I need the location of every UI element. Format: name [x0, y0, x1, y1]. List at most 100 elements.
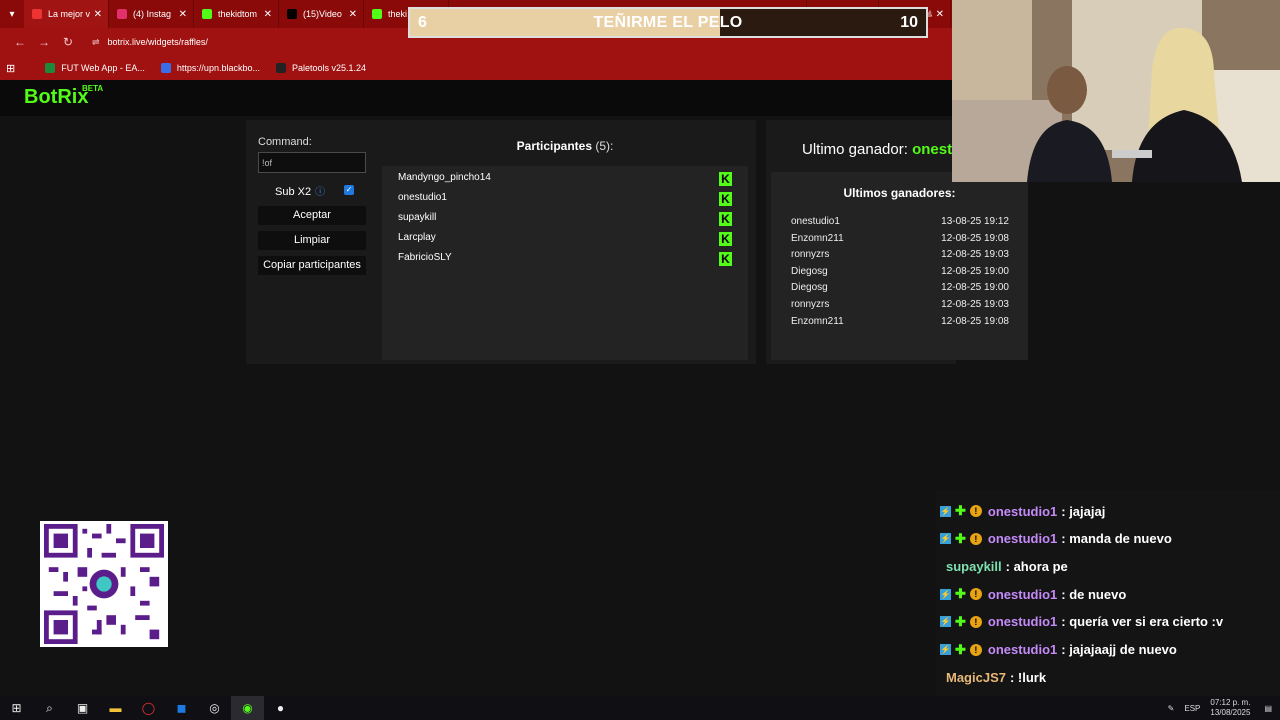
winner-date: 13-08-25 19:12: [941, 216, 1009, 227]
info-icon[interactable]: ⓘ: [315, 187, 325, 198]
botrix-header: [0, 80, 952, 116]
winner-name: Enzomn211: [791, 315, 844, 327]
chat-username: MagicJS7: [946, 669, 1006, 685]
pen-icon[interactable]: ✎: [1168, 704, 1175, 713]
participant-row: Mandyngo_pincho14 K: [398, 172, 738, 188]
sub-badge-icon: !: [969, 505, 982, 517]
clock-date: 13/08/2025: [1210, 708, 1251, 717]
screen: ▾ La mejor v ✕ (4) Instag ✕ thekidtom ✕ (15)Vi…: [0, 0, 1280, 720]
start-icon[interactable]: ⊞: [0, 696, 33, 720]
close-icon[interactable]: ✕: [94, 9, 102, 20]
winner-row: Enzomn211 12-08-25 19:08: [791, 316, 1009, 327]
chat-username: onestudio1: [987, 531, 1058, 547]
goal-title: TEÑIRME EL PELO: [593, 14, 743, 31]
forward-icon[interactable]: →: [32, 35, 56, 49]
chat-text: : quería ver si era cierto :v: [1061, 614, 1224, 630]
chat-text: : ahora pe: [1005, 558, 1068, 574]
goal-target-value: 10: [900, 14, 918, 31]
beta-badge: BETA: [82, 84, 104, 93]
instagram-icon: [117, 9, 127, 19]
language-indicator[interactable]: ESP: [1184, 704, 1200, 713]
clock[interactable]: 07:12 p. m. 13/08/2025: [1210, 698, 1250, 718]
moderator-badge-icon: ⚡: [940, 533, 951, 545]
last-winner-name: onestudio1: [912, 141, 952, 158]
sub-x2-checkbox[interactable]: ✓: [344, 185, 354, 195]
clock-time: 07:12 p. m.: [1210, 698, 1251, 707]
botrix-logo[interactable]: BotRix: [24, 86, 88, 109]
sub-badge-icon: !: [969, 588, 982, 601]
browser-tab[interactable]: (4) Instag ✕: [109, 0, 194, 28]
accept-button[interactable]: Aceptar: [258, 206, 366, 225]
tab-label: (15)Video: [303, 9, 342, 19]
winner-date: 12-08-25 19:03: [941, 249, 1009, 261]
search-icon[interactable]: ⌕: [33, 696, 66, 720]
kick-icon: K: [719, 232, 732, 246]
tab-search-icon[interactable]: ▾: [0, 0, 24, 28]
clear-button[interactable]: Limpiar: [258, 231, 366, 250]
url-field[interactable]: ⇌ botrix.live/widgets/raffles/: [92, 37, 208, 48]
participant-row: onestudio1 K: [398, 192, 738, 208]
chat-text: : jajajaj: [1061, 503, 1106, 519]
participant-row: FabricioSLY K: [398, 252, 738, 268]
back-icon[interactable]: ←: [8, 35, 32, 49]
chat-text: : manda de nuevo: [1061, 531, 1172, 547]
opera-icon[interactable]: ◯: [132, 696, 165, 720]
sub-badge-icon: !: [969, 615, 982, 628]
bookmark[interactable]: Paletools v25.1.24: [275, 63, 366, 73]
chat-message: ⚡ ✚! onestudio1: manda de nuevo: [940, 529, 1172, 549]
obs-icon[interactable]: ●: [264, 696, 297, 720]
close-icon[interactable]: ✕: [264, 9, 272, 20]
chat-message: supaykill: ahora pe: [940, 556, 1068, 576]
file-explorer-icon[interactable]: ▬: [99, 696, 132, 720]
winner-date: 12-08-25 19:00: [941, 265, 1009, 277]
notifications-icon[interactable]: ▤: [1264, 704, 1272, 713]
apps-icon[interactable]: ⊞: [6, 62, 15, 75]
chrome-active-icon[interactable]: ◉: [231, 696, 264, 720]
outlook-icon[interactable]: ◼: [165, 696, 198, 720]
winner-name: Diegosg: [791, 265, 828, 277]
browser-tab[interactable]: thekidtom ✕: [194, 0, 279, 28]
site-info-icon[interactable]: ⇌: [92, 37, 100, 47]
chat-message: ⚡ ✚! onestudio1: jajajaj: [940, 501, 1105, 521]
goal-progress-bar: 6 TEÑIRME EL PELO 10: [408, 7, 928, 38]
close-icon[interactable]: ✕: [349, 9, 357, 20]
moderator-badge-icon: ⚡: [940, 644, 951, 655]
sub-x2-option[interactable]: Sub X2 ⓘ: [275, 183, 325, 198]
browser-tab[interactable]: La mejor v ✕: [24, 0, 109, 28]
winner-date: 12-08-25 19:08: [941, 232, 1009, 244]
participant-row: supaykill K: [398, 212, 738, 228]
chat-username: onestudio1: [987, 642, 1058, 657]
command-label: Command:: [258, 136, 312, 148]
chat-username: onestudio1: [987, 586, 1058, 602]
chat-text: : !lurk: [1009, 669, 1047, 685]
participant-name: FabricioSLY: [398, 252, 452, 263]
last-winner: Ultimo ganador: onestudio1: [802, 141, 952, 158]
kick-icon: K: [719, 192, 732, 206]
moderator-badge-icon: ⚡: [940, 588, 951, 600]
winner-row: Diegosg 12-08-25 19:00: [791, 282, 1009, 293]
reload-icon[interactable]: ↻: [56, 35, 80, 49]
plus-badge-icon: ✚: [955, 613, 966, 629]
participant-name: Larcplay: [398, 232, 436, 243]
chrome-icon[interactable]: ◎: [198, 696, 231, 720]
participant-name: Mandyngo_pincho14: [398, 172, 491, 183]
winners-title: Ultimos ganadores:: [843, 186, 956, 200]
chat-username: supaykill: [946, 558, 1002, 574]
red-icon: [32, 9, 42, 19]
task-view-icon[interactable]: ▣: [66, 696, 99, 720]
close-icon[interactable]: ✕: [179, 9, 187, 20]
copy-participants-button[interactable]: Copiar participantes: [258, 256, 366, 275]
close-icon[interactable]: ✕: [936, 9, 944, 20]
bookmark[interactable]: FUT Web App - EA...: [45, 63, 145, 73]
participant-name: supaykill: [398, 212, 437, 223]
bookmark[interactable]: https://upn.blackbo...: [160, 63, 260, 73]
browser-tab[interactable]: (15)Video ✕: [279, 0, 364, 28]
participants-title-label: Participantes: [516, 139, 593, 153]
winner-name: ronnyzrs: [791, 299, 830, 310]
plus-badge-icon: ✚: [955, 586, 966, 602]
kick-icon: [372, 9, 382, 19]
bookmarks-bar: ⊞ FUT Web App - EA... https://upn.blackbo…: [0, 56, 952, 80]
winner-date: 12-08-25 19:08: [941, 315, 1009, 327]
last-winner-label: Ultimo ganador:: [802, 141, 908, 158]
command-input[interactable]: [258, 152, 366, 173]
